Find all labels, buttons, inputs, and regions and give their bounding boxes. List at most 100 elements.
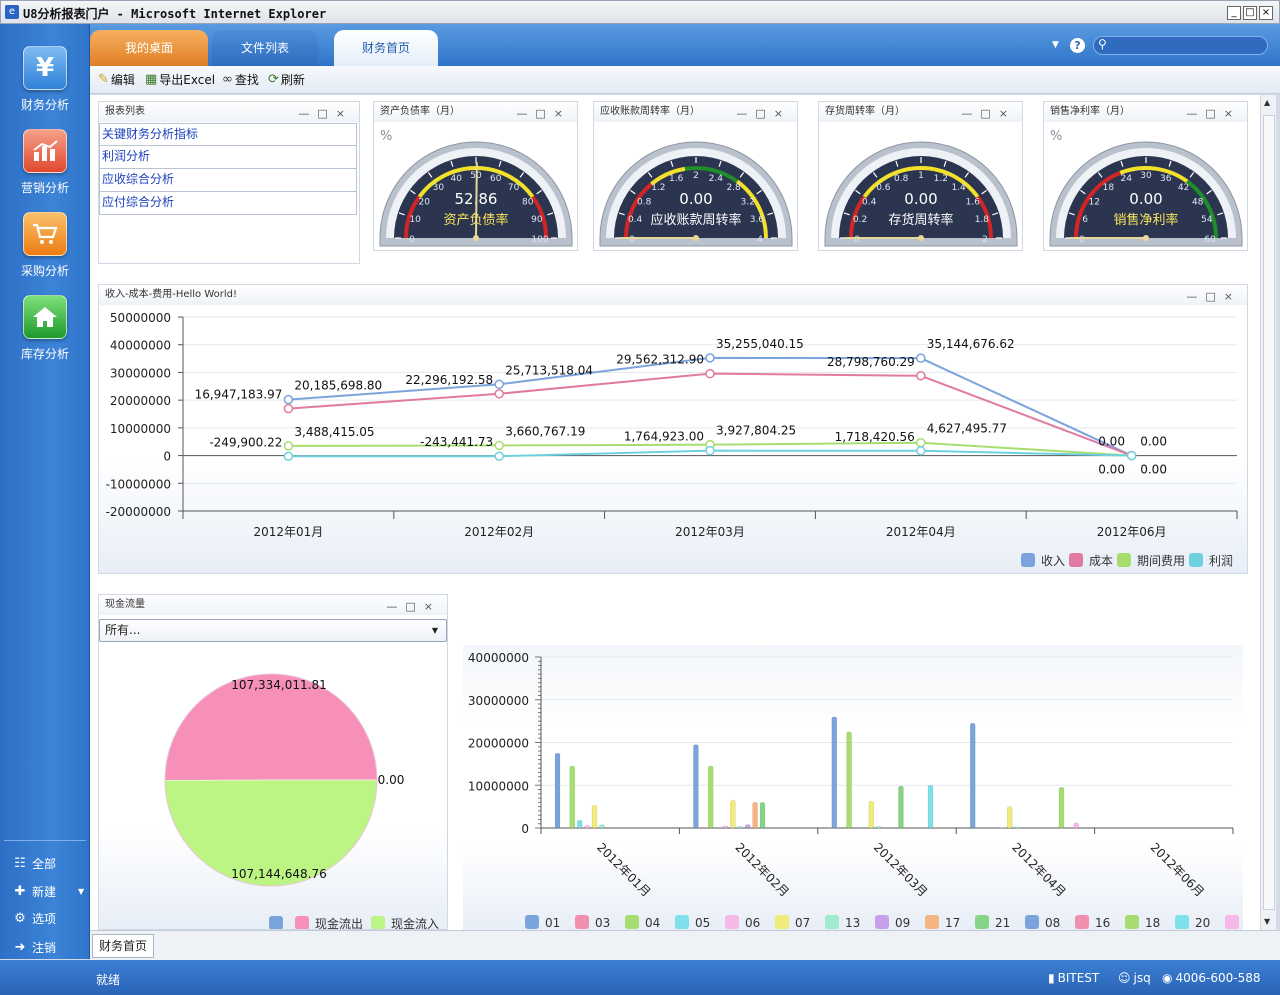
export-excel-button[interactable]: ▦ 导出Excel — [145, 71, 215, 88]
bar[interactable] — [927, 785, 934, 829]
bar[interactable] — [898, 785, 904, 829]
legend-swatch — [1225, 915, 1239, 929]
panel-window-buttons[interactable]: —□× — [961, 104, 1016, 124]
legend-swatch — [675, 915, 689, 929]
sidebar-item-inventory[interactable]: 库存分析 — [0, 295, 90, 362]
sidebar-all-label: 全部 — [32, 857, 57, 871]
maximize-button[interactable]: □ — [1243, 6, 1257, 20]
search-input[interactable] — [1114, 38, 1262, 53]
bar[interactable] — [737, 826, 744, 829]
bar[interactable] — [831, 716, 838, 829]
data-point[interactable] — [916, 371, 926, 381]
data-point[interactable] — [283, 403, 294, 414]
data-point[interactable] — [916, 437, 926, 448]
gauge-tick-label: 12 — [1088, 197, 1099, 207]
bar[interactable] — [999, 826, 1006, 829]
panel-window-buttons[interactable]: —□× — [516, 104, 571, 124]
bar[interactable] — [759, 802, 766, 829]
sidebar-item-purchase[interactable]: 采购分析 — [0, 212, 90, 279]
chevron-down-icon[interactable]: ▼ — [1052, 40, 1059, 50]
legend-label: 04 — [645, 916, 660, 930]
edit-button[interactable]: ✎ 编辑 — [98, 71, 135, 88]
legend-swatch — [1189, 553, 1203, 567]
bar[interactable] — [846, 731, 852, 829]
find-button[interactable]: ∞ 查找 — [222, 71, 259, 88]
bar[interactable] — [752, 802, 758, 829]
bar[interactable] — [722, 825, 729, 829]
bar[interactable] — [554, 752, 561, 829]
bar[interactable] — [576, 820, 583, 829]
gauge-tick-label: 3.2 — [741, 197, 755, 207]
scroll-thumb[interactable] — [1263, 115, 1275, 910]
bar[interactable] — [707, 765, 714, 829]
tab-my-desktop[interactable]: 我的桌面 — [90, 30, 208, 66]
close-button[interactable]: × — [1259, 6, 1273, 20]
bar[interactable] — [599, 824, 605, 829]
data-point[interactable] — [916, 353, 926, 363]
data-point[interactable] — [1126, 450, 1137, 461]
data-label: 16,947,183.97 — [195, 388, 283, 402]
panel-window-buttons[interactable]: —□× — [386, 597, 441, 617]
bar[interactable] — [584, 825, 590, 829]
legend-label: 成本 — [1089, 554, 1113, 568]
bar[interactable] — [693, 744, 699, 829]
gauge-tick-label: 18 — [1103, 183, 1115, 193]
bar[interactable] — [868, 800, 875, 829]
data-point[interactable] — [705, 368, 715, 379]
refresh-button[interactable]: ⟳ 刷新 — [268, 71, 305, 88]
data-point[interactable] — [494, 440, 504, 451]
sidebar-options[interactable]: ⚙ 选项 — [12, 910, 56, 927]
data-point[interactable] — [283, 394, 294, 405]
bar[interactable] — [1073, 822, 1080, 829]
legend-swatch — [525, 915, 539, 929]
data-point[interactable] — [283, 451, 294, 462]
bar[interactable] — [730, 799, 736, 829]
bar[interactable] — [875, 826, 882, 829]
panel-header: 现金流量 —□× — [99, 595, 447, 615]
cash-filter-select[interactable]: 所有... ▼ — [99, 619, 447, 642]
minimize-button[interactable]: _ — [1227, 6, 1241, 20]
panel-window-buttons[interactable]: —□× — [1186, 287, 1241, 307]
tab-file-list[interactable]: 文件列表 — [212, 30, 318, 66]
sidebar-logout[interactable]: ➜ 注销 — [12, 939, 56, 956]
legend-label: 18 — [1145, 916, 1160, 930]
sidebar-new[interactable]: ✚ 新建 ▼ — [12, 883, 85, 900]
bar[interactable] — [1006, 806, 1013, 829]
report-item[interactable]: 应付综合分析 — [99, 192, 357, 215]
gauge-tick-label: 4 — [757, 235, 763, 245]
data-point[interactable] — [705, 445, 715, 456]
sidebar-all[interactable]: ☷ 全部 — [12, 855, 56, 872]
gauge-unit: % — [1050, 129, 1062, 144]
sidebar-item-sales[interactable]: 营销分析 — [0, 129, 90, 196]
data-point[interactable] — [494, 451, 504, 461]
search-icon[interactable]: ⚲ — [1098, 37, 1107, 51]
panel-window-buttons[interactable]: —□× — [736, 104, 791, 124]
help-icon[interactable]: ? — [1070, 38, 1085, 53]
bar[interactable] — [1058, 787, 1065, 829]
data-point[interactable] — [916, 446, 926, 456]
scrollbar[interactable]: ▲ ▼ — [1260, 95, 1276, 930]
panel-window-buttons[interactable]: —□× — [298, 104, 353, 124]
bar[interactable] — [569, 765, 576, 829]
bar[interactable] — [591, 805, 598, 829]
sidebar-item-finance[interactable]: ¥ 财务分析 — [0, 46, 90, 113]
panel-window-buttons[interactable]: —□× — [1186, 104, 1241, 124]
line-chart: 50000000 40000000 30000000 20000000 10000000… — [106, 311, 1238, 568]
scroll-up-icon[interactable]: ▲ — [1264, 98, 1270, 107]
bar[interactable] — [1014, 826, 1020, 829]
user-label: jsq — [1133, 971, 1151, 985]
data-point[interactable] — [494, 389, 504, 399]
bottom-tab-finance-home[interactable]: 财务首页 — [92, 934, 155, 958]
scroll-down-icon[interactable]: ▼ — [1264, 917, 1270, 926]
data-point[interactable] — [494, 379, 504, 390]
tab-finance-home[interactable]: 财务首页 — [334, 30, 438, 66]
report-item[interactable]: 关键财务分析指标 — [99, 123, 357, 146]
report-item[interactable]: 利润分析 — [99, 146, 357, 169]
data-point[interactable] — [283, 441, 294, 451]
gauge-tick-label: 0 — [629, 235, 635, 245]
bar[interactable] — [969, 723, 976, 829]
bar[interactable] — [744, 824, 751, 829]
bar[interactable] — [700, 826, 707, 829]
report-item[interactable]: 应收综合分析 — [99, 169, 357, 192]
data-point[interactable] — [705, 353, 715, 363]
